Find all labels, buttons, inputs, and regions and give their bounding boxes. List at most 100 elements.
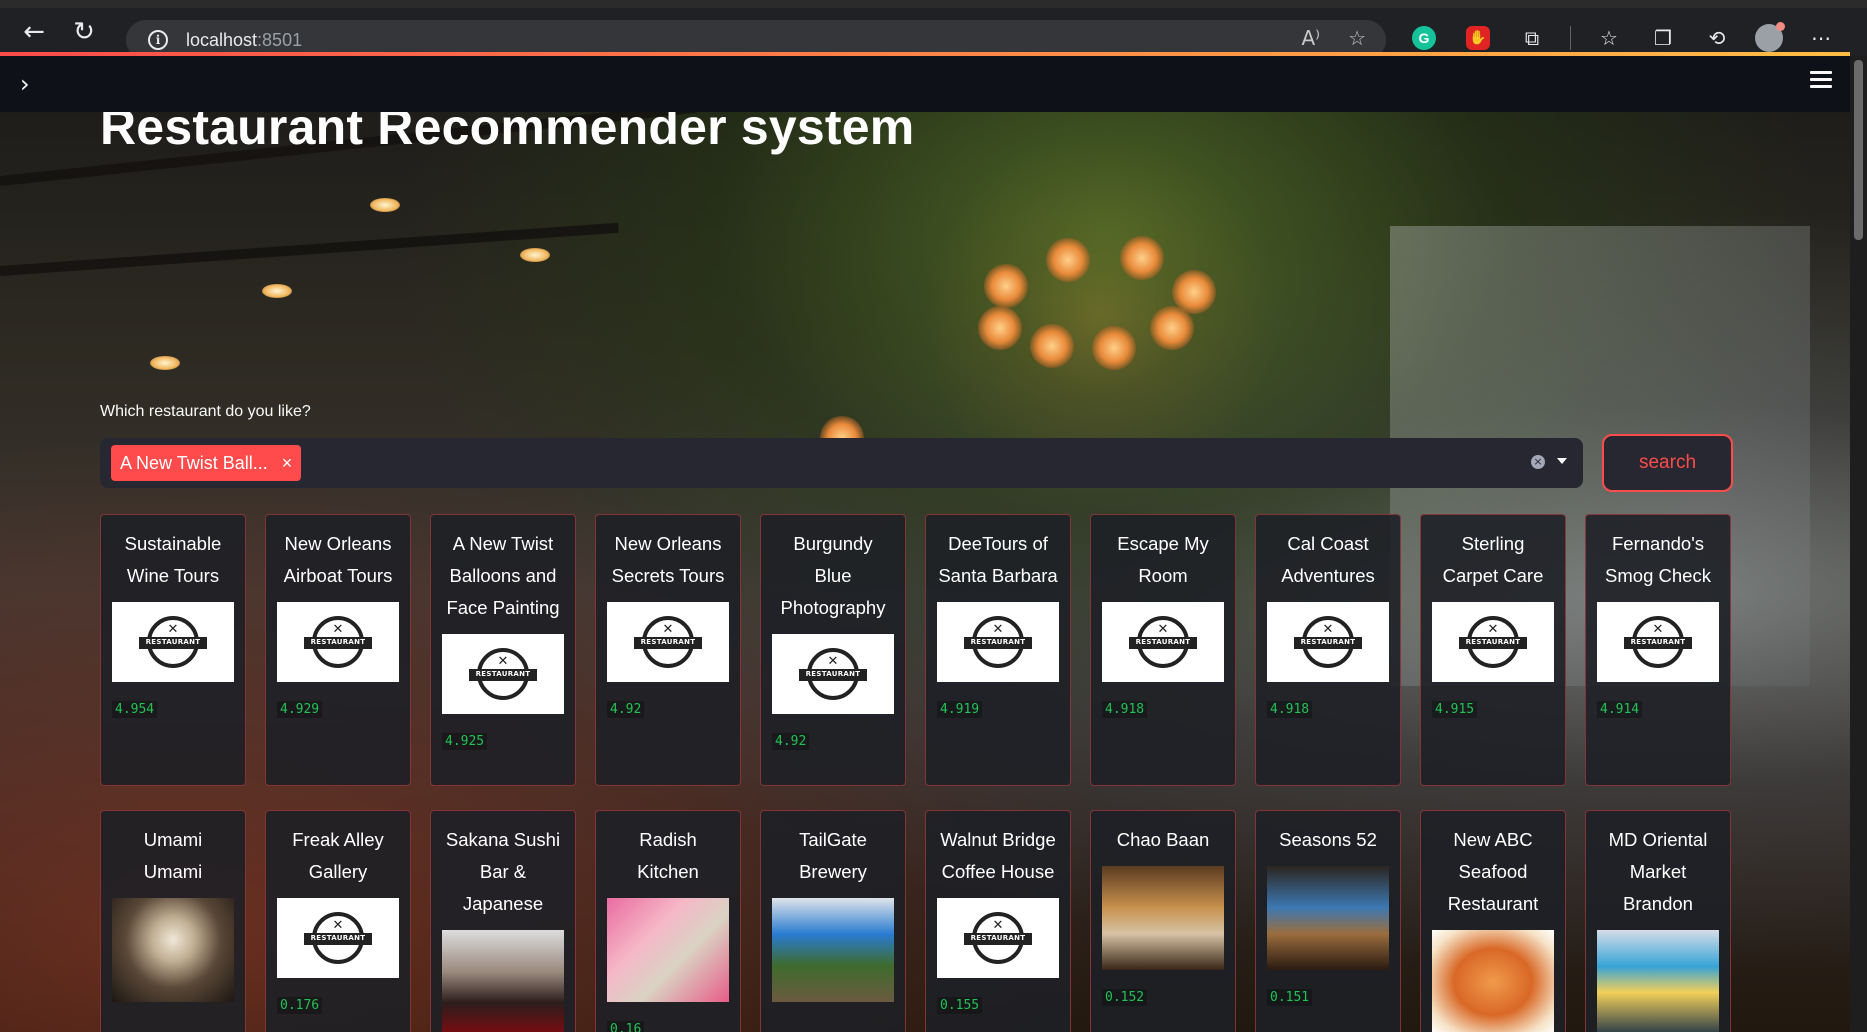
restaurant-name-line: Coffee House	[941, 861, 1055, 882]
collections-icon[interactable]: ❐	[1647, 22, 1679, 54]
restaurant-name-line: Escape My	[1117, 533, 1209, 554]
restaurant-logo-image: RESTAURANT	[937, 898, 1059, 978]
similarity-score: 0.152	[1102, 989, 1148, 1006]
restaurant-name-line: Market	[1629, 861, 1687, 882]
chao-baan-photo	[1102, 866, 1224, 970]
restaurant-name-line: Freak Alley	[292, 829, 384, 850]
logo-text: RESTAURANT	[475, 670, 531, 678]
restaurant-multiselect[interactable]: A New Twist Ball... × ×	[100, 438, 1583, 488]
logo-text: RESTAURANT	[805, 670, 861, 678]
restaurant-logo-image: RESTAURANT	[1597, 602, 1719, 682]
seafood-dish-photo-fill	[1432, 930, 1554, 1032]
restaurant-logo-image: RESTAURANT	[607, 602, 729, 682]
history-icon[interactable]: ⟲	[1701, 22, 1733, 54]
restaurant-name: Chao Baan	[1091, 811, 1235, 856]
adblock-extension-icon[interactable]: ✋	[1462, 22, 1494, 54]
restaurant-logo-image: RESTAURANT	[937, 602, 1059, 682]
restaurant-name-line: Seasons 52	[1279, 829, 1377, 850]
restaurant-name-line: Sustainable	[124, 533, 222, 554]
search-button[interactable]: search	[1602, 434, 1733, 492]
reload-icon[interactable]: ↻	[64, 12, 104, 52]
similarity-score: 4.914	[1597, 701, 1643, 718]
restaurant-name-line: Radish	[639, 829, 697, 850]
recommendation-card: Walnut Bridge Coffee House RESTAURANT 0.155	[925, 810, 1071, 1032]
logo-text: RESTAURANT	[310, 638, 366, 646]
recommendation-card: DeeTours of Santa Barbara RESTAURANT 4.919	[925, 514, 1071, 786]
recommendation-card: Burgundy Blue Photography RESTAURANT 4.92	[760, 514, 906, 786]
extensions-puzzle-icon[interactable]: ⧉	[1516, 22, 1548, 54]
sushi-bar-photo	[442, 930, 564, 1032]
seasons-52-photo-fill	[1267, 866, 1389, 970]
restaurant-name-line: Adventures	[1281, 565, 1375, 586]
chandelier-photo	[112, 898, 234, 1002]
restaurant-name-line: Bar &	[479, 861, 527, 882]
browser-toolbar: ← ↻ i localhost:8501 A⁾ ☆ G ✋ ⧉ ☆ ❐ ⟲ ⋯	[0, 0, 1867, 60]
similarity-score: 0.155	[937, 997, 983, 1014]
ceiling-light	[150, 356, 180, 370]
restaurant-name-line: Umami	[143, 861, 203, 882]
restaurant-name-line: Carpet Care	[1442, 565, 1544, 586]
restaurant-name: Freak Alley Gallery	[266, 811, 410, 888]
market-photo	[1597, 930, 1719, 1032]
restaurant-name-line: Walnut Bridge	[940, 829, 1056, 850]
url-text[interactable]: localhost:8501	[186, 30, 302, 51]
page-scrollbar[interactable]	[1850, 56, 1867, 1032]
recommendation-card: New ABC Seafood Restaurant	[1420, 810, 1566, 1032]
restaurant-name: Seasons 52	[1256, 811, 1400, 856]
restaurant-name-line: Secrets Tours	[611, 565, 725, 586]
logo-text: RESTAURANT	[145, 638, 201, 646]
selected-restaurant-chip[interactable]: A New Twist Ball... ×	[111, 445, 302, 481]
restaurant-name-line: Burgundy	[793, 533, 873, 554]
similarity-score: 4.918	[1102, 701, 1148, 718]
restaurant-name: Radish Kitchen	[596, 811, 740, 888]
recommendation-card: Fernando's Smog Check RESTAURANT 4.914	[1585, 514, 1731, 786]
restaurant-name-line: Wine Tours	[126, 565, 220, 586]
similarity-score: 4.915	[1432, 701, 1478, 718]
chevron-down-icon[interactable]	[1557, 458, 1567, 464]
restaurant-logo-image: RESTAURANT	[277, 898, 399, 978]
restaurant-name-line: Cal Coast	[1287, 533, 1369, 554]
logo-text: RESTAURANT	[1300, 638, 1356, 646]
clear-all-icon[interactable]: ×	[1531, 455, 1545, 469]
recommendation-card: Sustainable Wine Tours RESTAURANT 4.954	[100, 514, 246, 786]
site-info-icon[interactable]: i	[148, 30, 168, 50]
recommendation-card: TailGate Brewery	[760, 810, 906, 1032]
restaurant-name: DeeTours of Santa Barbara	[926, 515, 1070, 592]
restaurant-logo-image: RESTAURANT	[442, 634, 564, 714]
restaurant-name: Burgundy Blue Photography	[761, 515, 905, 624]
restaurant-name-line: Smog Check	[1605, 565, 1711, 586]
back-arrow-icon[interactable]: ←	[14, 12, 54, 52]
recommendation-card: New Orleans Airboat Tours RESTAURANT 4.929	[265, 514, 411, 786]
restaurant-name-line: Santa Barbara	[938, 565, 1058, 586]
chandelier-lamp	[1030, 324, 1074, 368]
chip-remove-icon[interactable]: ×	[282, 453, 293, 474]
profile-avatar[interactable]	[1755, 22, 1785, 52]
restaurant-name-line: Seafood	[1458, 861, 1528, 882]
restaurant-name-line: A New Twist	[452, 533, 554, 554]
restaurant-name: Umami Umami	[101, 811, 245, 888]
restaurant-name: Sustainable Wine Tours	[101, 515, 245, 592]
more-menu-icon[interactable]: ⋯	[1805, 22, 1837, 54]
restaurant-name-line: Airboat Tours	[283, 565, 393, 586]
recommendation-card: A New Twist Balloons and Face Painting REST…	[430, 514, 576, 786]
logo-text: RESTAURANT	[970, 934, 1026, 942]
read-aloud-icon[interactable]: A⁾	[1301, 26, 1320, 50]
hamburger-menu-icon[interactable]	[1810, 71, 1832, 92]
market-photo-fill	[1597, 930, 1719, 1032]
favorites-icon[interactable]: ☆	[1593, 22, 1625, 54]
similarity-score: 4.919	[937, 701, 983, 718]
restaurant-name-line: Restaurant	[1447, 893, 1539, 914]
restaurant-name-line: New Orleans	[284, 533, 392, 554]
restaurant-name: Cal Coast Adventures	[1256, 515, 1400, 592]
similarity-score: 4.929	[277, 701, 323, 718]
add-favorite-icon[interactable]: ☆	[1348, 26, 1366, 50]
similarity-score: 0.16	[607, 1021, 645, 1032]
grammarly-extension-icon[interactable]: G	[1408, 22, 1440, 54]
restaurant-name-line: DeeTours of	[948, 533, 1048, 554]
sidebar-expand-chevron-icon[interactable]: ›	[20, 70, 30, 98]
chandelier-lamp	[1092, 326, 1136, 370]
scrollbar-thumb[interactable]	[1854, 60, 1863, 240]
restaurant-name: New ABC Seafood Restaurant	[1421, 811, 1565, 920]
restaurant-name-line: Room	[1138, 565, 1188, 586]
similarity-score: 4.92	[772, 733, 810, 750]
